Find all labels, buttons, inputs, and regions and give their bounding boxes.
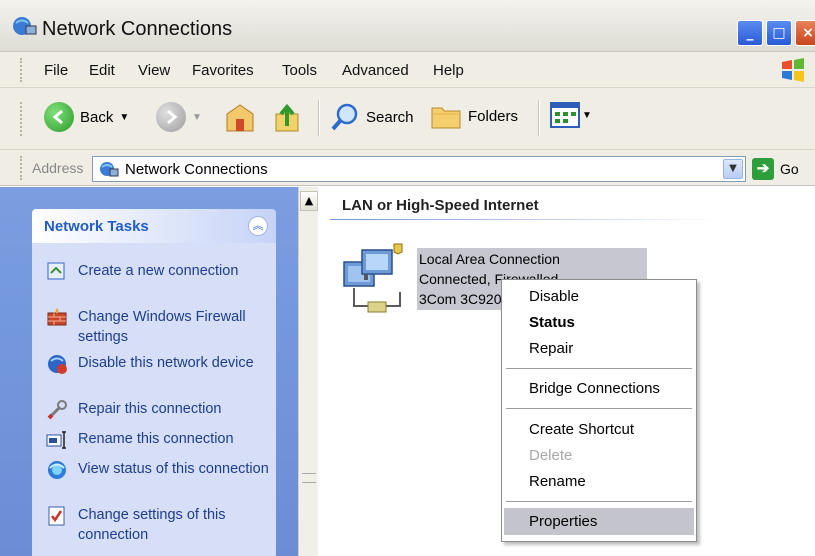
task-repair-connection[interactable]: Repair this connection [46, 399, 272, 421]
task-rename-connection[interactable]: Rename this connection [46, 429, 272, 451]
task-disable-device[interactable]: Disable this network device [46, 353, 272, 375]
task-change-settings[interactable]: Change settings of this connection [46, 505, 272, 545]
menu-item-create-shortcut[interactable]: Create Shortcut [529, 421, 634, 438]
menu-item-disable[interactable]: Disable [529, 288, 579, 305]
task-label: Disable this network device [78, 355, 254, 371]
views-button[interactable]: ▼ [550, 102, 592, 128]
folders-button[interactable]: Folders [430, 102, 518, 130]
rename-icon [46, 431, 66, 449]
group-divider [330, 219, 720, 220]
back-label: Back [80, 108, 114, 126]
address-bar: Address Network Connections ▼ ➔ Go [0, 150, 815, 186]
close-button[interactable]: × [795, 20, 815, 46]
back-button[interactable]: Back ▼ [44, 102, 129, 132]
address-label: Address [32, 160, 84, 176]
firewall-icon [47, 308, 67, 326]
context-menu: Disable Status Repair Bridge Connections… [501, 279, 697, 542]
task-label: View status of this connection [78, 461, 269, 477]
connection-name: Local Area Connection [419, 251, 560, 267]
toolbar-separator [538, 100, 540, 136]
search-button[interactable]: Search [330, 102, 414, 132]
addressbar-grip [20, 156, 23, 180]
menu-help[interactable]: Help [433, 62, 464, 79]
folders-icon [431, 107, 461, 129]
menu-item-rename[interactable]: Rename [529, 473, 586, 490]
task-firewall-settings[interactable]: Change Windows Firewall settings [46, 307, 272, 347]
maximize-button[interactable]: □ [766, 20, 792, 46]
menu-item-properties[interactable]: Properties [529, 513, 597, 530]
status-icon [48, 461, 66, 479]
network-tasks-list: Create a new connection Change Windows F… [32, 243, 276, 556]
address-field[interactable]: Network Connections ▼ [92, 156, 746, 182]
go-label: Go [780, 161, 799, 177]
local-area-connection-icon[interactable] [340, 242, 412, 316]
search-icon [331, 103, 358, 131]
menu-tools[interactable]: Tools [282, 62, 317, 79]
task-pane: Network Tasks ︽ Create a new connection … [0, 187, 298, 556]
toolbar-grip [20, 102, 23, 136]
folders-label: Folders [468, 107, 519, 125]
menu-item-delete: Delete [529, 447, 573, 464]
menu-edit[interactable]: Edit [89, 62, 115, 79]
task-create-connection[interactable]: Create a new connection [46, 261, 272, 283]
window-title: Network Connections [42, 18, 233, 40]
menu-view[interactable]: View [138, 62, 170, 79]
windows-logo-icon [782, 58, 804, 82]
toolbar-separator [318, 100, 320, 136]
menu-separator [506, 501, 692, 502]
menu-bar: File Edit View Favorites Tools Advanced … [0, 52, 815, 88]
forward-arrow-icon [156, 102, 186, 132]
up-one-level-icon[interactable] [272, 102, 304, 134]
task-label: Change Windows Firewall settings [78, 309, 246, 345]
repair-icon [47, 400, 67, 420]
back-arrow-icon [44, 102, 74, 132]
task-label: Change settings of this connection [78, 507, 226, 543]
menu-separator [506, 408, 692, 409]
standard-toolbar: Back ▼ ▼ Search Folders ▼ [0, 88, 815, 150]
menu-file[interactable]: File [44, 62, 68, 79]
task-pane-scrollbar[interactable]: ▲ [298, 187, 318, 556]
search-label: Search [366, 108, 414, 126]
menu-item-repair[interactable]: Repair [529, 340, 573, 357]
title-bar: Network Connections _ □ × [0, 0, 815, 52]
network-tasks-title: Network Tasks [44, 218, 149, 235]
menu-favorites[interactable]: Favorites [192, 62, 254, 79]
network-connections-icon [100, 162, 119, 177]
menu-advanced[interactable]: Advanced [342, 62, 409, 79]
menu-item-status[interactable]: Status [529, 314, 575, 331]
menu-item-bridge-connections[interactable]: Bridge Connections [529, 380, 660, 397]
go-button[interactable]: ➔ Go [752, 158, 799, 180]
minimize-button[interactable]: _ [737, 20, 763, 46]
network-connections-icon [13, 17, 37, 35]
up-folder-icon[interactable] [224, 102, 256, 134]
forward-button[interactable]: ▼ [156, 102, 202, 132]
task-label: Rename this connection [78, 431, 234, 447]
collapse-chevron-icon[interactable]: ︽ [248, 216, 268, 236]
task-view-status[interactable]: View status of this connection [46, 459, 272, 481]
task-label: Create a new connection [78, 263, 239, 279]
menubar-grip [20, 58, 23, 82]
views-dropdown-icon[interactable]: ▼ [582, 110, 592, 121]
scroll-up-arrow-icon[interactable]: ▲ [300, 191, 318, 211]
menu-separator [506, 368, 692, 369]
views-icon [550, 102, 580, 128]
task-label: Repair this connection [78, 401, 222, 417]
scroll-thumb-grip[interactable] [302, 473, 316, 483]
network-tasks-header[interactable]: Network Tasks ︽ [32, 209, 276, 243]
disable-device-icon [48, 355, 67, 374]
address-dropdown-icon[interactable]: ▼ [723, 159, 743, 179]
group-title: LAN or High-Speed Internet [342, 197, 539, 214]
new-connection-icon [47, 262, 65, 280]
go-arrow-icon: ➔ [752, 158, 774, 180]
address-value: Network Connections [125, 161, 268, 178]
settings-icon [48, 506, 65, 526]
forward-dropdown-icon[interactable]: ▼ [192, 112, 202, 123]
back-dropdown-icon[interactable]: ▼ [119, 112, 129, 123]
